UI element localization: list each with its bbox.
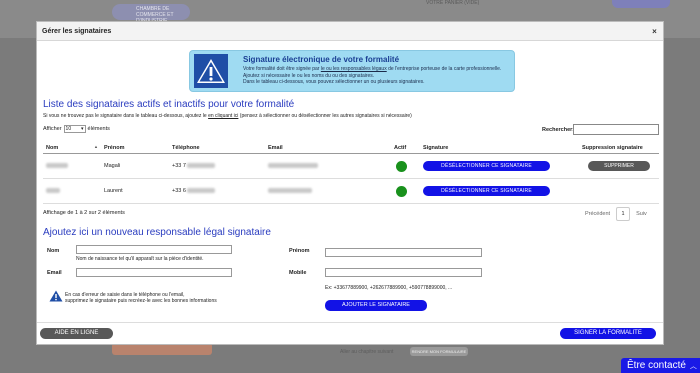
cell-actif [391,178,420,204]
cell-email [265,153,391,179]
nom-input[interactable] [76,245,232,254]
cell-prenom: Magali [101,153,169,179]
active-status-dot [396,160,407,172]
pagination-next[interactable]: Suiv [636,211,647,217]
chevron-up-icon: ︿ [689,362,697,370]
prenom-label: Prénom [289,248,310,254]
add-signatory-link[interactable]: en cliquant ici [208,113,238,119]
nom-label: Nom [47,248,60,254]
table-row: Laurent +33 6 DÉSÉLECTIONNER CE SIGNATAI… [43,178,659,204]
active-status-dot [396,185,407,197]
info-text: Votre formalité doit être signée par le … [243,66,502,86]
table-header-row: Nom ▲ Prénom Téléphone Email Actif Signat… [43,142,659,154]
warning-icon [194,54,228,88]
prenom-input[interactable] [325,248,482,257]
column-prenom[interactable]: Prénom [101,142,169,154]
cell-email [265,178,391,204]
column-email[interactable]: Email [265,142,391,154]
deselect-signatory-button[interactable]: DÉSÉLECTIONNER CE SIGNATAIRE [423,161,550,171]
email-input[interactable] [76,268,232,277]
table-info: Affichage de 1 à 2 sur 2 éléments [43,210,125,216]
modal-title: Gérer les signataires [42,28,112,35]
page-length-select[interactable]: 10 ▾ [63,125,86,133]
contact-button[interactable]: Être contacté ︿ [621,358,700,373]
modal-footer: AIDE EN LIGNE SIGNER LA FORMALITE [37,322,663,345]
next-chapter-link: Aller au chapitre suivant [340,349,394,355]
search-label: Rechercher: [542,127,575,133]
mobile-input[interactable] [325,268,482,277]
email-label: Email [47,270,62,276]
background-pill [612,0,670,8]
warning-text: En cas d'erreur de saisie dans le téléph… [65,292,217,305]
modal-header: Gérer les signataires × [37,22,663,41]
mobile-hint: Ex: +33677889900, +262677889900, +590778… [325,285,453,291]
table-row: Magali +33 7 DÉSÉLECTIONNER CE SIGNATAIR… [43,153,659,179]
signatories-table: Nom ▲ Prénom Téléphone Email Actif Signat… [43,142,659,204]
chevron-down-icon: ▾ [81,126,84,132]
background-render-button: RENDRE MON FORMULAIRE [410,347,468,356]
cell-prenom: Laurent [101,178,169,204]
list-title: Liste des signataires actifs et inactifs… [43,99,295,110]
pagination-page[interactable]: 1 [616,207,631,221]
mobile-label: Mobile [289,270,307,276]
search-input[interactable] [573,124,659,135]
cell-suppression [579,178,659,204]
sign-formality-button[interactable]: SIGNER LA FORMALITE [560,328,656,339]
list-subtitle: Si vous ne trouvez pas le signataire dan… [43,113,412,119]
cell-signature: DÉSÉLECTIONNER CE SIGNATAIRE [420,178,579,204]
info-title: Signature électronique de votre formalit… [243,55,400,64]
add-signatory-button[interactable]: AJOUTER LE SIGNATAIRE [325,300,427,311]
column-suppression[interactable]: Suppression signataire [579,142,659,154]
cell-nom [43,178,101,204]
cart-link[interactable]: VOTRE PANIER (VIDE) [426,0,479,6]
cell-telephone: +33 7 [169,153,265,179]
cell-nom [43,153,101,179]
cell-telephone: +33 6 [169,178,265,204]
legal-representatives-link: le ou les responsables légaux [320,66,387,72]
cell-signature: DÉSÉLECTIONNER CE SIGNATAIRE [420,153,579,179]
column-signature[interactable]: Signature [420,142,579,154]
cci-badge: CHAMBRE DE COMMERCE ET D'INDUSTRIE [112,4,190,24]
cell-actif [391,153,420,179]
close-icon[interactable]: × [650,27,659,36]
page-length-control: Afficher 10 ▾ éléments [43,125,110,133]
deselect-signatory-button[interactable]: DÉSÉLECTIONNER CE SIGNATAIRE [423,186,550,196]
pagination: Précédent 1 Suiv [585,207,647,221]
add-signatory-title: Ajoutez ici un nouveau responsable légal… [43,227,271,238]
sort-arrow-icon: ▲ [94,144,98,149]
delete-signatory-button[interactable]: SUPPRIMER [588,161,650,171]
column-nom[interactable]: Nom ▲ [43,142,101,154]
column-actif[interactable]: Actif [391,142,420,154]
pagination-previous[interactable]: Précédent [585,211,610,217]
warning-icon [49,290,63,302]
nom-hint: Nom de naissance tel qu'il apparaît sur … [76,256,204,262]
column-telephone[interactable]: Téléphone [169,142,265,154]
info-box: Signature électronique de votre formalit… [189,50,515,92]
help-button[interactable]: AIDE EN LIGNE [40,328,113,339]
cell-suppression: SUPPRIMER [579,153,659,179]
signatories-modal: Gérer les signataires × Signature électr… [36,21,664,345]
